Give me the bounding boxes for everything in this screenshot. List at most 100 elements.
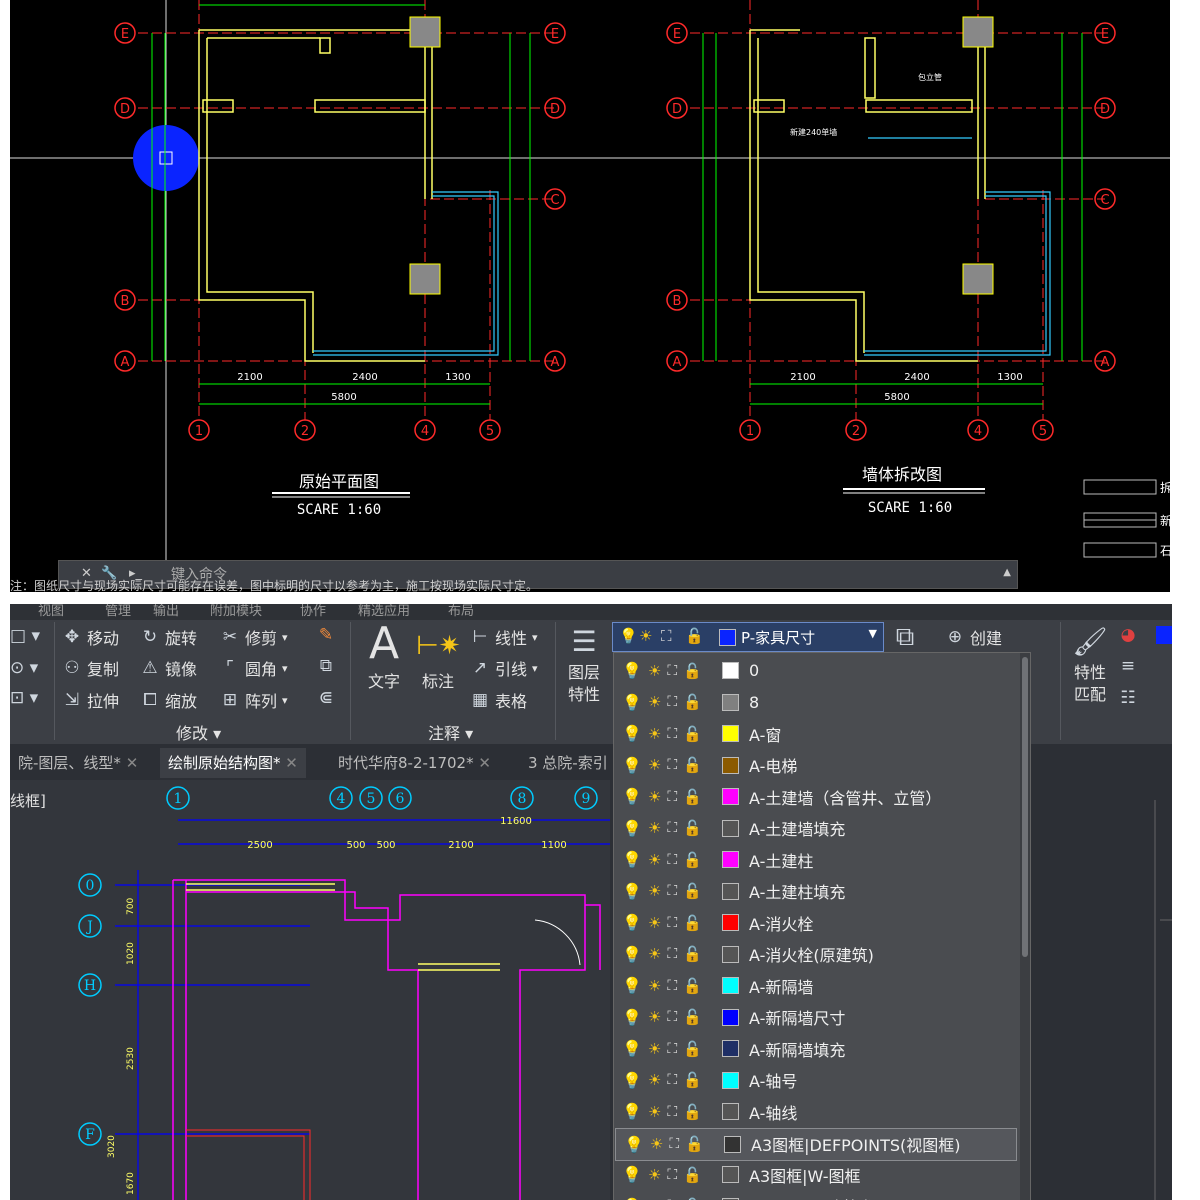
stretch-button[interactable]: ⇲ 拉伸: [62, 688, 119, 712]
layer-state-icons[interactable]: 💡 ☀ ⛶ 🔓: [624, 1135, 724, 1154]
viewport-icon[interactable]: ⛶: [667, 883, 677, 899]
unlock-icon[interactable]: 🔓: [683, 1103, 702, 1121]
viewport-icon[interactable]: ⛶: [667, 915, 677, 931]
layer-row[interactable]: 💡 ☀ ⛶ 🔓 A-轴号: [614, 1065, 1018, 1096]
viewport-icon[interactable]: ⛶: [667, 820, 677, 836]
viewport-icon[interactable]: ⛶: [667, 726, 677, 742]
sun-icon[interactable]: ☀: [648, 1166, 661, 1184]
bulb-icon[interactable]: 💡: [622, 724, 642, 743]
fillet-button[interactable]: ⌜ 圆角 ▾: [220, 656, 288, 680]
bulb-icon[interactable]: 💡: [624, 1135, 644, 1154]
layer-state-icons[interactable]: 💡 ☀ ⛶ 🔓: [622, 850, 722, 869]
layer-row[interactable]: 💡☀⛶🔓 AC_顶面原建筑参照: [614, 1191, 1018, 1200]
sun-icon[interactable]: ☀: [650, 1135, 663, 1153]
unlock-icon[interactable]: 🔓: [683, 1166, 702, 1184]
layer-selector[interactable]: 💡 ☀ ⛶ 🔓 P-家具尺寸 ▼: [612, 622, 884, 652]
trim-button[interactable]: ✂ 修剪 ▾: [220, 625, 288, 649]
layer-row[interactable]: 💡 ☀ ⛶ 🔓 A-轴线: [614, 1096, 1018, 1127]
sun-icon[interactable]: ☀: [648, 945, 661, 963]
sun-icon[interactable]: ☀: [648, 1040, 661, 1058]
mirror-button[interactable]: ⚠ 镜像: [140, 656, 197, 680]
unlock-icon[interactable]: 🔓: [683, 977, 702, 995]
layer-row[interactable]: 💡 ☀ ⛶ 🔓 A-土建墙填充: [614, 813, 1018, 844]
layer-properties-button[interactable]: ☰ 图层 特性: [562, 622, 606, 706]
unlock-icon[interactable]: 🔓: [685, 1135, 704, 1153]
cad-drawing-canvas-bottom[interactable]: 线框] 1 4 5 6 8 9 0 J H F 2500 500 500 210…: [10, 780, 610, 1200]
tab-addins[interactable]: 附加模块: [210, 604, 262, 619]
bulb-icon[interactable]: 💡: [622, 882, 642, 901]
linear-button[interactable]: ⊢ 线性 ▾: [470, 625, 538, 649]
sun-icon[interactable]: ☀: [648, 725, 661, 743]
sun-icon[interactable]: ☀: [648, 662, 661, 680]
layer-state-icons[interactable]: 💡 ☀ ⛶ 🔓: [622, 819, 722, 838]
layer-row[interactable]: 💡 ☀ ⛶ 🔓 A3图框|DEFPOINTS(视图框): [615, 1127, 1017, 1161]
viewport-icon[interactable]: ⛶: [667, 694, 677, 710]
unlock-icon[interactable]: 🔓: [683, 788, 702, 806]
layer-state-icons[interactable]: 💡 ☀ ⛶ 🔓: [622, 787, 722, 806]
bulb-icon[interactable]: 💡: [622, 661, 642, 680]
color-wheel-button[interactable]: ◕: [1118, 625, 1138, 645]
unlock-icon[interactable]: 🔓: [683, 1008, 702, 1026]
unlock-icon[interactable]: 🔓: [683, 693, 702, 711]
layer-row[interactable]: 💡 ☀ ⛶ 🔓 0: [614, 655, 1018, 686]
bulb-icon[interactable]: 💡: [622, 913, 642, 932]
layer-state-icons[interactable]: 💡 ☀ ⛶ 🔓: [622, 1071, 722, 1090]
doc-tab-3[interactable]: 时代华府8-2-1702* ✕: [330, 748, 499, 778]
lineweight-button[interactable]: ≡: [1118, 656, 1138, 676]
modify-group-label[interactable]: 修改 ▾: [176, 720, 221, 744]
layer-state-icons[interactable]: 💡 ☀ ⛶ 🔓: [622, 945, 722, 964]
sun-icon[interactable]: ☀: [648, 882, 661, 900]
layer-state-icons[interactable]: 💡 ☀ ⛶ 🔓: [622, 1102, 722, 1121]
viewport-icon[interactable]: ⛶: [667, 1167, 677, 1183]
layer-state-icons[interactable]: 💡 ☀ ⛶ 🔓: [622, 756, 722, 775]
layer-state-icons[interactable]: 💡 ☀ ⛶ 🔓: [622, 913, 722, 932]
rotate-button[interactable]: ↻ 旋转: [140, 625, 197, 649]
layer-row[interactable]: 💡 ☀ ⛶ 🔓 A-消火栓: [614, 907, 1018, 938]
layer-row[interactable]: 💡 ☀ ⛶ 🔓 A-窗: [614, 718, 1018, 749]
tab-output[interactable]: 输出: [153, 604, 179, 619]
layer-row[interactable]: 💡 ☀ ⛶ 🔓 A-新隔墙: [614, 970, 1018, 1001]
bulb-icon[interactable]: 💡: [622, 1071, 642, 1090]
sun-icon[interactable]: ☀: [648, 1071, 661, 1089]
array-button[interactable]: ⊞ 阵列 ▾: [220, 688, 288, 712]
circle-button[interactable]: ⊙ ▾: [10, 658, 38, 678]
viewport-icon[interactable]: ⛶: [667, 757, 677, 773]
tab-collaborate[interactable]: 协作: [300, 604, 326, 619]
viewport-icon[interactable]: ⛶: [667, 852, 677, 868]
unlock-icon[interactable]: 🔓: [683, 851, 702, 869]
polyline-button[interactable]: □ ▾: [10, 626, 40, 646]
move-button[interactable]: ✥ 移动: [62, 625, 119, 649]
leader-button[interactable]: ↗ 引线 ▾: [470, 656, 538, 680]
sun-icon[interactable]: ☀: [648, 819, 661, 837]
unlock-icon[interactable]: 🔓: [683, 725, 702, 743]
dimension-button[interactable]: ⊢✷ 标注: [416, 624, 460, 692]
layer-row[interactable]: 💡 ☀ ⛶ 🔓 A-土建墙（含管井、立管）: [614, 781, 1018, 812]
bulb-icon[interactable]: 💡: [622, 787, 642, 806]
layer-row[interactable]: 💡 ☀ ⛶ 🔓 A-新隔墙填充: [614, 1033, 1018, 1064]
bulb-icon[interactable]: 💡: [622, 693, 642, 712]
copy-button[interactable]: ⚇ 复制: [62, 656, 119, 680]
explode-button[interactable]: ⧉: [316, 656, 336, 676]
doc-tab-4[interactable]: 3 总院-索引: [520, 748, 616, 778]
layer-row[interactable]: 💡 ☀ ⛶ 🔓 A-新隔墙尺寸: [614, 1002, 1018, 1033]
layer-row[interactable]: 💡 ☀ ⛶ 🔓 A-电梯: [614, 750, 1018, 781]
layer-row[interactable]: 💡 ☀ ⛶ 🔓 A-土建柱: [614, 844, 1018, 875]
unlock-icon[interactable]: 🔓: [683, 882, 702, 900]
tab-view[interactable]: 视图: [38, 604, 64, 619]
erase-button[interactable]: ✎: [316, 625, 336, 645]
bulb-icon[interactable]: 💡: [622, 1197, 642, 1200]
bulb-icon[interactable]: 💡: [622, 945, 642, 964]
viewport-icon[interactable]: ⛶: [667, 946, 677, 962]
bulb-icon[interactable]: 💡: [622, 976, 642, 995]
linetype-button[interactable]: ☷: [1118, 688, 1138, 708]
scale-button[interactable]: ⧠ 缩放: [140, 688, 197, 712]
layer-state-icons[interactable]: 💡 ☀ ⛶ 🔓: [622, 661, 722, 680]
layer-state-icons[interactable]: 💡 ☀ ⛶ 🔓: [622, 976, 722, 995]
sun-icon[interactable]: ☀: [648, 851, 661, 869]
viewport-icon[interactable]: ⛶: [667, 1041, 677, 1057]
viewport-icon[interactable]: ⛶: [667, 1104, 677, 1120]
layer-row[interactable]: 💡 ☀ ⛶ 🔓 A3图框|W-图框: [614, 1159, 1018, 1190]
sun-icon[interactable]: ☀: [648, 788, 661, 806]
scroll-up-icon[interactable]: ▲: [1003, 567, 1011, 578]
layer-state-icons[interactable]: 💡 ☀ ⛶ 🔓: [622, 1008, 722, 1027]
